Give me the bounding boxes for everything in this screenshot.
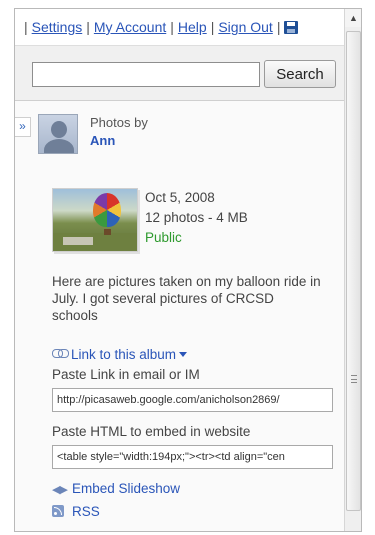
album-panel: » Photos by Ann Oct 5, 2008 12 photos - …: [15, 101, 344, 531]
album-description: Here are pictures taken on my balloon ri…: [52, 274, 321, 323]
avatar-head: [51, 121, 67, 138]
thumbnail-building: [63, 237, 93, 245]
search-input[interactable]: [32, 62, 260, 87]
link-to-album-dropdown[interactable]: Link to this album: [52, 347, 188, 362]
album-thumbnail[interactable]: [52, 188, 138, 252]
sign-out-link[interactable]: Sign Out: [218, 19, 272, 35]
rss-icon: [52, 505, 64, 517]
owner-name-link[interactable]: Ann: [90, 133, 115, 148]
separator: |: [86, 19, 90, 35]
rss-label: RSS: [72, 504, 100, 519]
scrollbar-grip-icon: [351, 375, 357, 383]
album-date: Oct 5, 2008: [145, 190, 215, 205]
expand-panel-button[interactable]: »: [15, 117, 31, 137]
separator: |: [170, 19, 174, 35]
search-bar: Search: [15, 45, 344, 101]
paste-html-label: Paste HTML to embed in website: [52, 424, 251, 439]
separator: |: [210, 19, 215, 35]
top-links-bar: | Settings | My Account | Help | Sign Out |: [15, 9, 344, 45]
album-photo-count: 12 photos - 4 MB: [145, 210, 248, 225]
search-button[interactable]: Search: [264, 60, 336, 88]
link-to-album-label: Link to this album: [71, 347, 177, 362]
embed-icon: ◀▶: [52, 484, 68, 496]
chain-link-icon: [52, 349, 69, 358]
rss-link[interactable]: RSS: [52, 504, 100, 519]
scroll-up-arrow-icon[interactable]: ▲: [345, 9, 361, 27]
embed-slideshow-link[interactable]: ◀▶ Embed Slideshow: [52, 481, 180, 496]
vertical-scrollbar[interactable]: ▲: [344, 9, 361, 531]
balloon-image: [93, 193, 121, 227]
paste-html-field[interactable]: [52, 445, 333, 469]
balloon-basket-image: [104, 229, 111, 235]
separator: |: [276, 19, 281, 35]
photos-by-label: Photos by: [90, 115, 148, 130]
avatar[interactable]: [38, 114, 78, 154]
settings-link[interactable]: Settings: [32, 19, 83, 35]
paste-link-label: Paste Link in email or IM: [52, 367, 200, 382]
paste-link-field[interactable]: [52, 388, 333, 412]
picasa-sidebar-window: | Settings | My Account | Help | Sign Out | Sear…: [14, 8, 362, 532]
avatar-shoulders: [44, 139, 74, 153]
caret-down-icon: [179, 352, 188, 357]
embed-slideshow-label: Embed Slideshow: [72, 481, 181, 496]
floppy-disk-icon[interactable]: [284, 21, 299, 34]
help-link[interactable]: Help: [178, 19, 207, 35]
album-visibility: Public: [145, 230, 182, 245]
my-account-link[interactable]: My Account: [94, 19, 166, 35]
scrollbar-thumb[interactable]: [346, 31, 361, 511]
separator: |: [24, 19, 28, 35]
